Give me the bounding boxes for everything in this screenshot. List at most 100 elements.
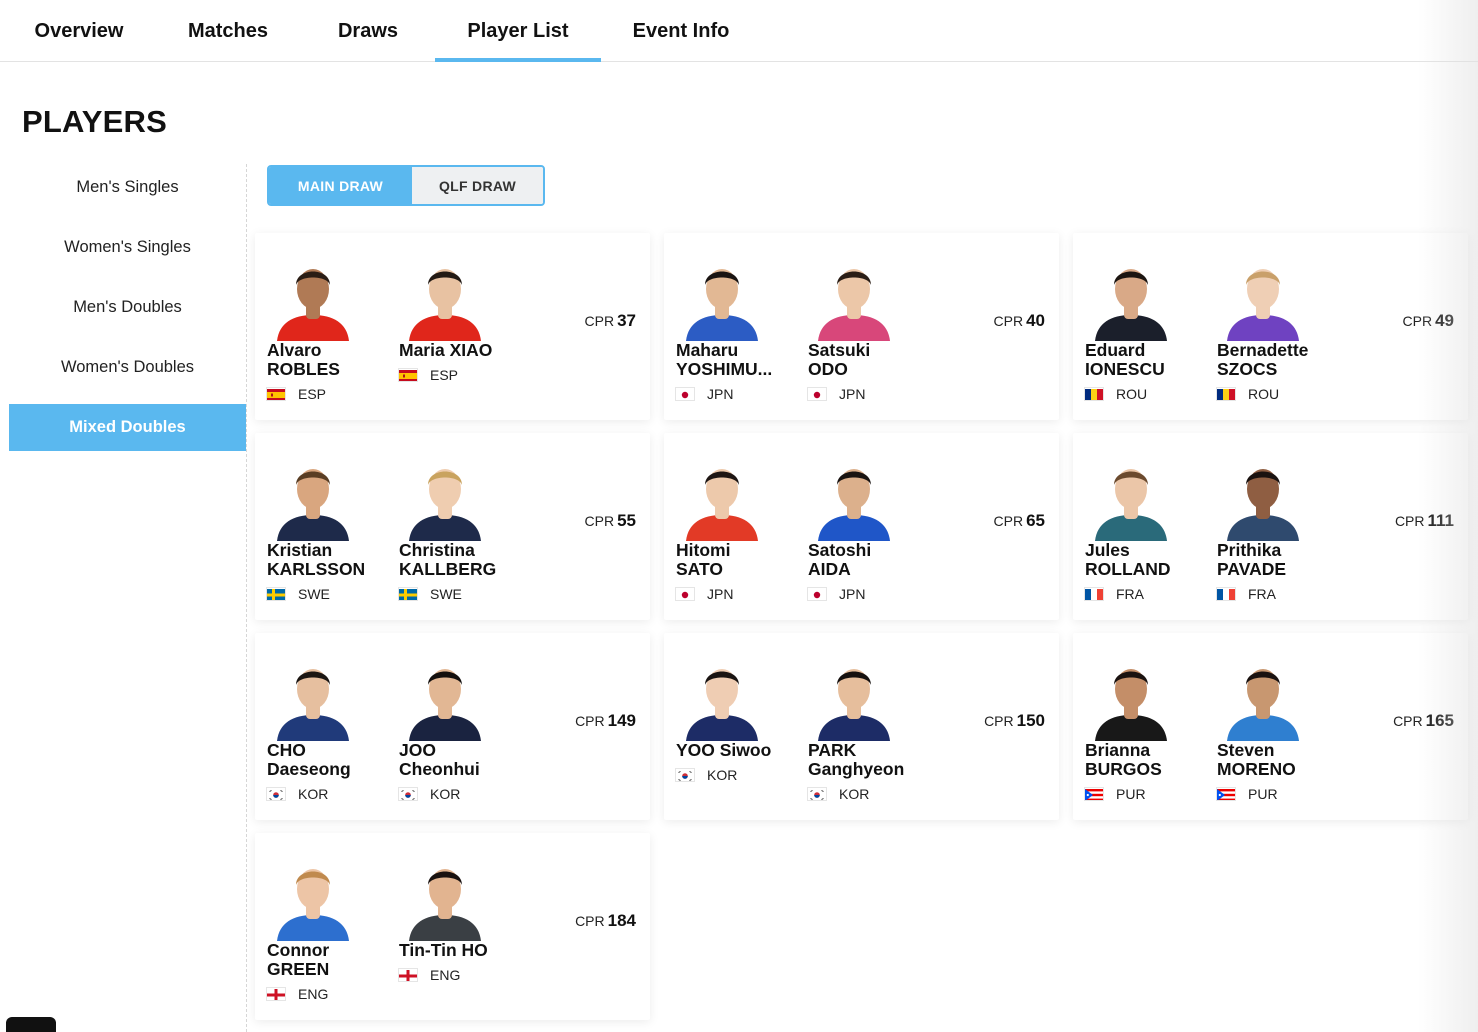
player-name[interactable]: Alvaro ROBLES (267, 341, 392, 379)
player-pair-card[interactable]: Connor GREEN ENG Tin-Tin HO ENG CPR 184 (255, 833, 650, 1020)
player-first-name: JOO (399, 741, 436, 760)
player-name[interactable]: Tin-Tin HO (399, 941, 524, 960)
pair-ranking: CPR 65 (994, 511, 1045, 531)
player-country: JPN (676, 386, 733, 402)
player-name[interactable]: Satsuki ODO (808, 341, 933, 379)
country-code: JPN (707, 386, 734, 402)
player-last-name: GREEN (267, 960, 330, 979)
player-pair-card[interactable]: Kristian KARLSSON SWE Christina KALLBERG SWE C… (255, 433, 650, 620)
player-last-name: ROLLAND (1085, 560, 1171, 579)
player-last-name: PAVADE (1217, 560, 1287, 579)
player-photo (403, 253, 487, 341)
player-name[interactable]: Hitomi SATO (676, 541, 801, 579)
player-name[interactable]: Maria XIAO (399, 341, 524, 360)
player-name[interactable]: Steven MORENO (1217, 741, 1342, 779)
player-pair-card[interactable]: Eduard IONESCU ROU Bernadette SZOCS ROU CPR 49 (1073, 233, 1468, 420)
sidebar-item-mens-singles[interactable]: Men's Singles (9, 164, 246, 211)
country-flag-icon (267, 788, 285, 800)
player-last-name: BURGOS (1085, 760, 1162, 779)
player-name[interactable]: Kristian KARLSSON (267, 541, 392, 579)
country-code: ESP (430, 367, 459, 383)
player-name[interactable]: PARK Ganghyeon (808, 741, 933, 779)
cpr-value: 184 (607, 911, 636, 930)
tab-overview[interactable]: Overview (20, 0, 138, 62)
player-photo (1221, 653, 1305, 741)
player-pair-card[interactable]: Alvaro ROBLES ESP Maria XIAO ESP CPR 37 (255, 233, 650, 420)
player-country: ROU (1085, 386, 1147, 402)
player-last-name: SATO (676, 560, 723, 579)
player-name[interactable]: Satoshi AIDA (808, 541, 933, 579)
country-code: KOR (839, 786, 870, 802)
country-code: JPN (707, 586, 734, 602)
cpr-label: CPR (1394, 513, 1425, 529)
cpr-label: CPR (584, 513, 615, 529)
player-name[interactable]: Brianna BURGOS (1085, 741, 1210, 779)
player-last-name: Cheonhui (399, 760, 480, 779)
sidebar-item-mixed-doubles[interactable]: Mixed Doubles (9, 404, 246, 451)
country-flag-icon (808, 588, 826, 600)
sidebar-item-womens-singles[interactable]: Women's Singles (9, 224, 246, 271)
cpr-value: 37 (617, 311, 636, 330)
player-first-name: Bernadette (1217, 341, 1309, 360)
player-pair-card[interactable]: YOO Siwoo KOR PARK Ganghyeon KOR CPR 150 (664, 633, 1059, 820)
player-name[interactable]: Jules ROLLAND (1085, 541, 1210, 579)
player-name[interactable]: Prithika PAVADE (1217, 541, 1342, 579)
player-pair-card[interactable]: Brianna BURGOS PUR Steven MORENO PUR CPR 165 (1073, 633, 1468, 820)
player-name[interactable]: CHO Daeseong (267, 741, 392, 779)
player-first-name: Tin-Tin HO (399, 941, 488, 960)
player-first-name: Connor (267, 941, 330, 960)
player-name[interactable]: Christina KALLBERG (399, 541, 524, 579)
player-first-name: Eduard (1085, 341, 1146, 360)
country-code: PUR (1116, 786, 1146, 802)
player-name[interactable]: Eduard IONESCU (1085, 341, 1210, 379)
country-flag-icon (1085, 588, 1103, 600)
tab-draws[interactable]: Draws (323, 0, 413, 62)
cpr-value: 55 (617, 511, 636, 530)
player-name[interactable]: JOO Cheonhui (399, 741, 524, 779)
country-flag-icon (1085, 788, 1103, 800)
player-photo (271, 853, 355, 941)
tab-event-info[interactable]: Event Info (618, 0, 744, 62)
player-country: SWE (399, 586, 462, 602)
pair-ranking: CPR 150 (984, 711, 1045, 731)
tab-player-list[interactable]: Player List (435, 0, 601, 62)
country-code: KOR (430, 786, 461, 802)
country-code: ESP (298, 386, 327, 402)
tab-matches[interactable]: Matches (172, 0, 284, 62)
player-pair-card[interactable]: Jules ROLLAND FRA Prithika PAVADE FRA CPR 111 (1073, 433, 1468, 620)
chat-widget-tab[interactable] (6, 1017, 56, 1032)
sidebar-item-womens-doubles[interactable]: Women's Doubles (9, 344, 246, 391)
player-photo (812, 653, 896, 741)
page-title: PLAYERS (22, 104, 167, 139)
player-last-name: SZOCS (1217, 360, 1278, 379)
sidebar-divider (246, 164, 247, 1032)
player-photo (403, 453, 487, 541)
player-name[interactable]: YOO Siwoo (676, 741, 801, 760)
player-name[interactable]: Connor GREEN (267, 941, 392, 979)
player-pair-card[interactable]: Maharu YOSHIMU... JPN Satsuki ODO JPN CPR 40 (664, 233, 1059, 420)
sidebar-item-mens-doubles[interactable]: Men's Doubles (9, 284, 246, 331)
country-code: JPN (839, 586, 866, 602)
draw-toggle: MAIN DRAW QLF DRAW (267, 165, 545, 206)
player-name[interactable]: Maharu YOSHIMU... (676, 341, 801, 379)
player-country: JPN (676, 586, 733, 602)
cpr-label: CPR (993, 313, 1024, 329)
cpr-label: CPR (984, 713, 1014, 729)
player-pair-card[interactable]: Hitomi SATO JPN Satoshi AIDA JPN CPR 65 (664, 433, 1059, 620)
player-photo (271, 653, 355, 741)
player-pair-card[interactable]: CHO Daeseong KOR JOO Cheonhui KOR CPR 149 (255, 633, 650, 820)
player-first-name: YOO Siwoo (676, 741, 772, 760)
player-last-name: KARLSSON (267, 560, 366, 579)
player-photo (403, 653, 487, 741)
country-flag-icon (1217, 588, 1235, 600)
main-draw-button[interactable]: MAIN DRAW (269, 167, 412, 204)
cpr-value: 49 (1435, 311, 1454, 330)
player-photo (271, 253, 355, 341)
player-country: PUR (1217, 786, 1278, 802)
pair-ranking: CPR 49 (1403, 311, 1454, 331)
player-photo (1089, 453, 1173, 541)
player-name[interactable]: Bernadette SZOCS (1217, 341, 1342, 379)
qlf-draw-button[interactable]: QLF DRAW (412, 167, 543, 204)
cpr-value: 150 (1016, 711, 1045, 730)
country-code: FRA (1248, 586, 1276, 602)
